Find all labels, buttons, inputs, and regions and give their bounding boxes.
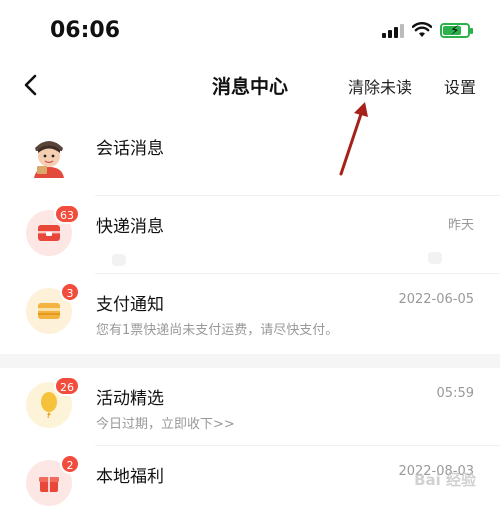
nav-bar: 消息中心 清除未读 设置 [0, 64, 500, 108]
message-title: 活动精选 [96, 389, 164, 409]
battery-charging-icon: ⚡ [440, 22, 473, 39]
status-bar: 06:06 ⚡ [0, 0, 500, 64]
wifi-icon [412, 22, 432, 37]
message-title: 会话消息 [96, 139, 164, 159]
watermark: Bai 经验 [414, 471, 476, 489]
blurred-preview [112, 254, 126, 266]
unread-badge: 2 [60, 454, 80, 474]
message-time: 昨天 [447, 218, 474, 233]
message-time: 2022-06-05 [398, 292, 474, 307]
chevron-left-icon[interactable] [20, 70, 42, 100]
unread-badge: 3 [60, 282, 80, 302]
message-preview: 您有1票快递尚未支付运费，请尽快支付。 [96, 323, 339, 338]
message-title: 本地福利 [96, 467, 164, 487]
message-item-chat[interactable]: 会话消息 [0, 118, 500, 196]
blurred-preview [428, 252, 442, 264]
courier-avatar-icon [26, 132, 72, 178]
unread-badge: 63 [54, 204, 80, 224]
unread-badge: 26 [54, 376, 80, 396]
status-time: 06:06 [50, 18, 121, 43]
message-preview: 今日过期，立即收下>> [96, 417, 235, 432]
message-title: 快递消息 [96, 217, 164, 237]
message-item-payment[interactable]: 3 支付通知 2022-06-05 您有1票快递尚未支付运费，请尽快支付。 [0, 274, 500, 354]
status-icons: ⚡ [382, 22, 473, 39]
section-divider [0, 354, 500, 368]
settings-button[interactable]: 设置 [444, 74, 476, 98]
message-item-express[interactable]: 63 快递消息 昨天 [0, 196, 500, 274]
message-item-activity[interactable]: 26 活动精选 05:59 今日过期，立即收下>> [0, 368, 500, 446]
message-time: 05:59 [436, 386, 474, 401]
message-list: 会话消息 63 快递消息 昨天 3 支付通知 2022-06-05 您有1票快递… [0, 118, 500, 524]
clear-unread-button[interactable]: 清除未读 [348, 74, 412, 98]
message-title: 支付通知 [96, 295, 164, 315]
page-title: 消息中心 [211, 76, 288, 98]
cellular-signal-icon [382, 22, 404, 38]
